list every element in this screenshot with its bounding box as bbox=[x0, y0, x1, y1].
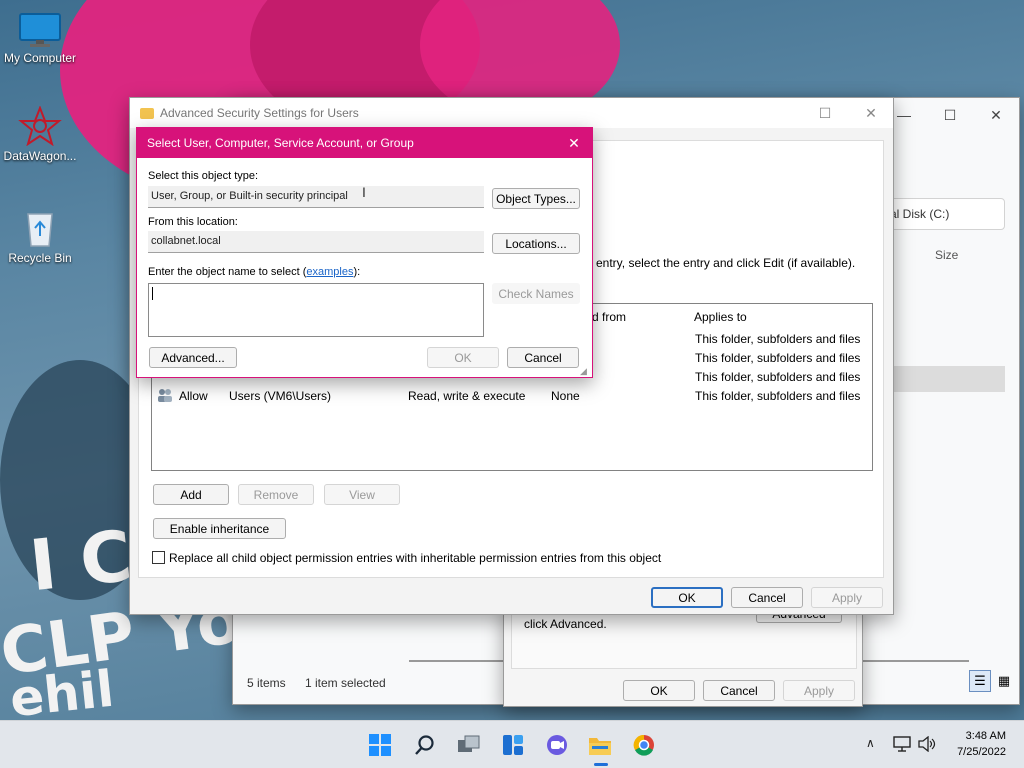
chat-icon[interactable] bbox=[545, 733, 569, 757]
select-cancel-button[interactable]: Cancel bbox=[507, 347, 579, 368]
task-view-icon[interactable] bbox=[457, 733, 481, 757]
advanced-hint-text: click Advanced. bbox=[524, 617, 607, 631]
select-user-dialog: Select User, Computer, Service Account, … bbox=[136, 127, 593, 378]
desktop-icon-label: DataWagon... bbox=[3, 149, 77, 163]
properties-dialog: click Advanced. Advanced OK Cancel Apply bbox=[503, 604, 863, 707]
chrome-icon[interactable] bbox=[632, 733, 656, 757]
location-field: collabnet.local bbox=[148, 231, 484, 253]
select-user-title: Select User, Computer, Service Account, … bbox=[147, 136, 414, 150]
properties-ok-button[interactable]: OK bbox=[623, 680, 695, 701]
advanced-security-ok-button[interactable]: OK bbox=[651, 587, 723, 608]
search-icon[interactable] bbox=[413, 733, 437, 757]
examples-link[interactable]: examples bbox=[306, 266, 353, 278]
applies-to-cell: This folder, subfolders and files bbox=[695, 389, 861, 403]
clock-date[interactable]: 7/25/2022 bbox=[944, 746, 1006, 758]
users-group-icon bbox=[157, 388, 173, 402]
object-name-label-pre: Enter the object name to select ( bbox=[148, 266, 307, 278]
locations-button[interactable]: Locations... bbox=[492, 233, 580, 254]
object-type-field: User, Group, or Built-in security princi… bbox=[148, 186, 484, 208]
status-selected: 1 item selected bbox=[305, 676, 386, 690]
remove-button[interactable]: Remove bbox=[238, 484, 314, 505]
object-name-label: Enter the object name to select (example… bbox=[148, 266, 360, 278]
show-hidden-icons-chevron-icon[interactable]: ∧ bbox=[866, 736, 875, 750]
caret bbox=[152, 287, 153, 301]
explorer-maximize-button[interactable]: ☐ bbox=[927, 100, 973, 130]
location-label: From this location: bbox=[148, 216, 238, 228]
principal-cell: Users (VM6\Users) bbox=[229, 389, 332, 403]
clock-time[interactable]: 3:48 AM bbox=[944, 730, 1006, 742]
column-header-inherited-from[interactable]: d from bbox=[592, 310, 626, 324]
desktop-icon-datawagon[interactable]: DataWagon... bbox=[0, 105, 80, 163]
tiles-view-icon[interactable]: ▦ bbox=[993, 670, 1015, 692]
permission-instruction: entry, select the entry and click Edit (… bbox=[596, 256, 856, 270]
network-icon[interactable] bbox=[893, 736, 911, 755]
advanced-security-apply-button[interactable]: Apply bbox=[811, 587, 883, 608]
advanced-security-cancel-button[interactable]: Cancel bbox=[731, 587, 803, 608]
select-ok-button[interactable]: OK bbox=[427, 347, 499, 368]
advanced-security-titlebar[interactable]: Advanced Security Settings for Users bbox=[130, 98, 893, 128]
resize-grip-icon[interactable]: ◢ bbox=[580, 366, 587, 377]
check-names-button[interactable]: Check Names bbox=[492, 283, 580, 304]
desktop-icon-recycle-bin[interactable]: Recycle Bin bbox=[0, 206, 80, 265]
object-name-label-post: ): bbox=[353, 266, 361, 278]
recycle-bin-icon bbox=[20, 206, 60, 248]
properties-apply-button[interactable]: Apply bbox=[783, 680, 855, 701]
column-header-applies-to[interactable]: Applies to bbox=[694, 310, 747, 324]
column-header-size[interactable]: Size bbox=[935, 248, 958, 262]
access-cell: Read, write & execute bbox=[408, 389, 526, 403]
applies-to-cell: This folder, subfolders and files bbox=[695, 332, 861, 346]
start-button[interactable] bbox=[368, 733, 392, 757]
object-name-input[interactable] bbox=[148, 283, 484, 337]
inherited-from-cell: None bbox=[551, 389, 580, 403]
applies-to-cell: This folder, subfolders and files bbox=[695, 370, 861, 384]
type-cell: Allow bbox=[179, 389, 208, 403]
select-user-close-button[interactable]: ✕ bbox=[561, 132, 587, 154]
object-types-button[interactable]: Object Types... bbox=[492, 188, 580, 209]
object-type-label: Select this object type: bbox=[148, 170, 259, 182]
windows-logo-icon bbox=[369, 734, 391, 756]
applies-to-cell: This folder, subfolders and files bbox=[695, 351, 861, 365]
network-star-icon bbox=[18, 105, 62, 147]
table-row[interactable]: Allow Users (VM6\Users) Read, write & ex… bbox=[152, 387, 872, 406]
properties-cancel-button[interactable]: Cancel bbox=[703, 680, 775, 701]
active-app-indicator bbox=[594, 763, 608, 766]
replace-child-permissions-checkbox[interactable] bbox=[152, 551, 165, 564]
explorer-close-button[interactable]: ✕ bbox=[973, 100, 1019, 130]
status-items: 5 items bbox=[247, 676, 286, 690]
advanced-security-title: Advanced Security Settings for Users bbox=[160, 106, 359, 120]
select-user-titlebar[interactable]: Select User, Computer, Service Account, … bbox=[137, 128, 592, 158]
replace-child-permissions-label: Replace all child object permission entr… bbox=[169, 551, 662, 565]
details-view-icon[interactable]: ☰ bbox=[969, 670, 991, 692]
file-explorer-taskbar-icon[interactable] bbox=[588, 733, 612, 757]
desktop-icon-label: Recycle Bin bbox=[8, 251, 72, 265]
advanced-security-maximize-button[interactable]: ☐ bbox=[802, 98, 848, 128]
enable-inheritance-button[interactable]: Enable inheritance bbox=[153, 518, 286, 539]
text-cursor-icon: I bbox=[362, 184, 366, 200]
advanced-security-close-button[interactable]: ✕ bbox=[848, 98, 894, 128]
select-advanced-button[interactable]: Advanced... bbox=[149, 347, 237, 368]
volume-icon[interactable] bbox=[918, 735, 936, 755]
widgets-icon[interactable] bbox=[501, 733, 525, 757]
monitor-icon bbox=[18, 12, 62, 48]
folder-icon bbox=[140, 107, 154, 119]
desktop-icon-my-computer[interactable]: My Computer bbox=[0, 12, 80, 65]
desktop-icon-label: My Computer bbox=[3, 51, 77, 65]
taskbar: ∧ 3:48 AM 7/25/2022 bbox=[0, 720, 1024, 768]
view-button[interactable]: View bbox=[324, 484, 400, 505]
add-button[interactable]: Add bbox=[153, 484, 229, 505]
